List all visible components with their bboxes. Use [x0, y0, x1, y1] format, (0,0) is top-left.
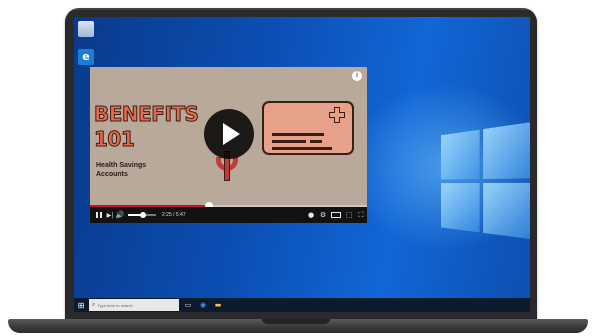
- edge-icon[interactable]: e: [78, 49, 94, 65]
- video-subtitle: Health Savings Accounts: [96, 162, 147, 178]
- edge-taskbar-icon[interactable]: ◉: [197, 299, 209, 311]
- video-title-line2: 101: [93, 127, 135, 152]
- recycle-bin-icon[interactable]: [78, 21, 94, 37]
- task-view-icon[interactable]: ▭: [182, 299, 194, 311]
- play-button[interactable]: [204, 109, 254, 159]
- time-display: 2:25 / 5:47: [162, 212, 186, 218]
- fullscreen-icon[interactable]: ⛶: [355, 207, 367, 223]
- laptop-notch: [262, 319, 330, 324]
- windows-wallpaper-logo: [440, 121, 530, 247]
- file-explorer-icon[interactable]: ▬: [212, 299, 224, 311]
- theater-mode-icon[interactable]: [329, 207, 343, 223]
- pause-icon[interactable]: [93, 207, 105, 223]
- search-placeholder: Type here to search: [97, 302, 133, 308]
- next-icon[interactable]: ▶|: [105, 207, 115, 223]
- insurance-card-illustration: [262, 101, 354, 155]
- volume-slider[interactable]: [128, 212, 156, 218]
- settings-icon[interactable]: ⚙: [317, 207, 329, 223]
- volume-knob[interactable]: [140, 212, 147, 218]
- autoplay-icon[interactable]: ●: [305, 207, 317, 223]
- taskbar-search-box[interactable]: ⌕ Type here to search: [89, 299, 179, 311]
- info-icon[interactable]: i: [352, 71, 362, 81]
- start-button[interactable]: ⊞: [74, 298, 88, 312]
- video-player[interactable]: BENEFITS 101 Health Savings Accounts i ▶…: [90, 67, 367, 223]
- duration: 5:47: [175, 212, 186, 218]
- current-time: 2:25: [162, 212, 172, 218]
- taskbar: ⊞ ⌕ Type here to search ▭ ◉ ▬: [74, 298, 530, 312]
- volume-icon[interactable]: 🔊: [115, 207, 125, 223]
- search-icon: ⌕: [92, 301, 96, 308]
- video-title-line1: BENEFITS: [93, 102, 199, 127]
- miniplayer-icon[interactable]: ⬚: [343, 207, 355, 223]
- video-controls: ▶| 🔊 2:25 / 5:47 ● ⚙ ⬚ ⛶: [90, 207, 367, 223]
- time-separator: /: [173, 212, 175, 218]
